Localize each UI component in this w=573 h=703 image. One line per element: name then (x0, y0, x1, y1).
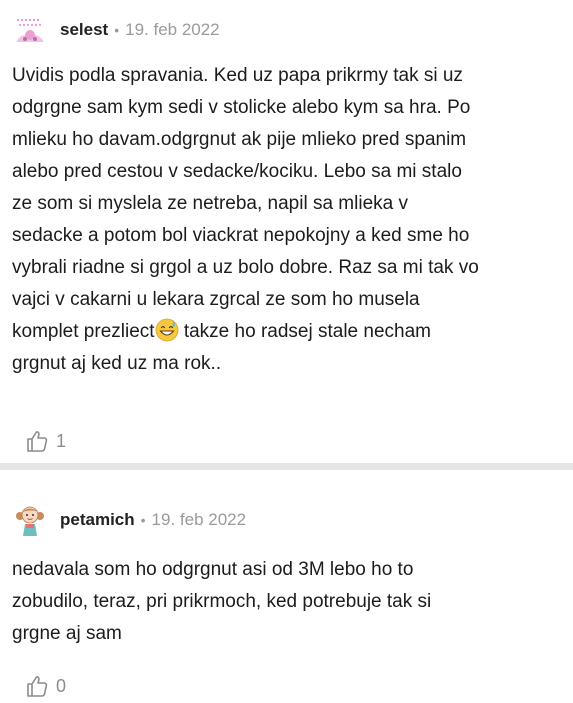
grinning-sweat-emoji-icon (155, 318, 178, 342)
like-count: 1 (56, 430, 67, 451)
like-button[interactable]: 0 (24, 673, 66, 699)
user-meta: selest • 19. feb 2022 (60, 20, 220, 40)
comment-card: petamich • 19. feb 2022 nedavala som ho … (0, 470, 573, 703)
thumbs-up-icon (27, 431, 48, 452)
comment-date: 19. feb 2022 (151, 510, 247, 529)
comment-text-part: Uvidis podla spravania. Ked uz papa prik… (12, 65, 479, 342)
comment-divider (0, 463, 573, 470)
separator-dot: • (140, 512, 146, 528)
like-button[interactable]: 1 (24, 428, 66, 454)
username[interactable]: petamich (60, 510, 135, 530)
username[interactable]: selest (60, 20, 108, 40)
avatar[interactable] (12, 502, 48, 538)
comment-date: 19. feb 2022 (125, 20, 220, 39)
girl-avatar-icon (12, 502, 48, 538)
like-count: 0 (56, 675, 67, 696)
avatar[interactable] (12, 12, 48, 48)
comment-header: selest • 19. feb 2022 (12, 12, 220, 48)
user-meta: petamich • 19. feb 2022 (60, 510, 246, 530)
comment-text: nedavala som ho odgrgnut asi od 3M lebo … (12, 559, 432, 644)
pink-dotted-avatar-icon (12, 12, 48, 48)
comment-header: petamich • 19. feb 2022 (12, 502, 246, 538)
thumbs-up-icon (27, 676, 48, 697)
separator-dot: • (114, 22, 120, 38)
comment-card: selest • 19. feb 2022 Uvidis podla sprav… (0, 0, 573, 463)
comment-text: Uvidis podla spravania. Ked uz papa prik… (12, 60, 557, 380)
